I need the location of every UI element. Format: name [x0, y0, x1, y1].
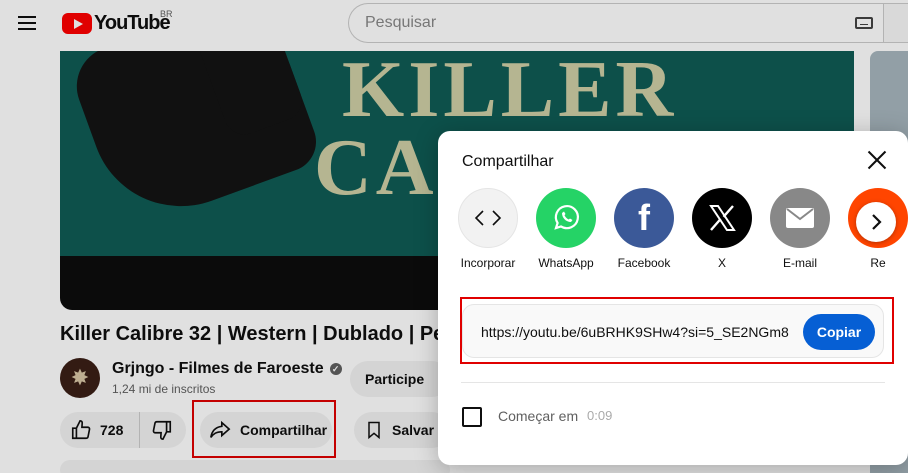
target-label: WhatsApp	[538, 256, 594, 270]
start-at-time: 0:09	[587, 408, 613, 423]
target-label: Incorporar	[460, 256, 516, 270]
next-targets-button[interactable]	[856, 202, 896, 242]
x-icon	[692, 188, 752, 248]
target-label: Facebook	[617, 256, 671, 270]
embed-icon	[458, 188, 518, 248]
share-target-facebook[interactable]: f Facebook	[614, 188, 674, 278]
whatsapp-icon	[536, 188, 596, 248]
divider	[461, 382, 885, 383]
share-target-whatsapp[interactable]: WhatsApp	[536, 188, 596, 278]
target-label: Re	[870, 256, 886, 270]
share-target-x[interactable]: X	[692, 188, 752, 278]
chevron-right-icon	[872, 214, 882, 230]
facebook-icon: f	[614, 188, 674, 248]
share-target-email[interactable]: E-mail	[770, 188, 830, 278]
start-at-label[interactable]: Começar em	[498, 408, 578, 424]
mail-icon	[770, 188, 830, 248]
start-at-checkbox[interactable]	[462, 407, 482, 427]
share-targets: Incorporar WhatsApp f Facebook X E-mail	[458, 188, 908, 278]
target-label: X	[717, 256, 726, 270]
share-target-embed[interactable]: Incorporar	[458, 188, 518, 278]
link-highlight-box	[460, 297, 894, 364]
close-icon[interactable]	[866, 149, 888, 171]
share-dialog: Compartilhar Incorporar WhatsApp f Faceb…	[438, 131, 908, 465]
dialog-title: Compartilhar	[462, 153, 554, 170]
target-label: E-mail	[782, 256, 817, 270]
